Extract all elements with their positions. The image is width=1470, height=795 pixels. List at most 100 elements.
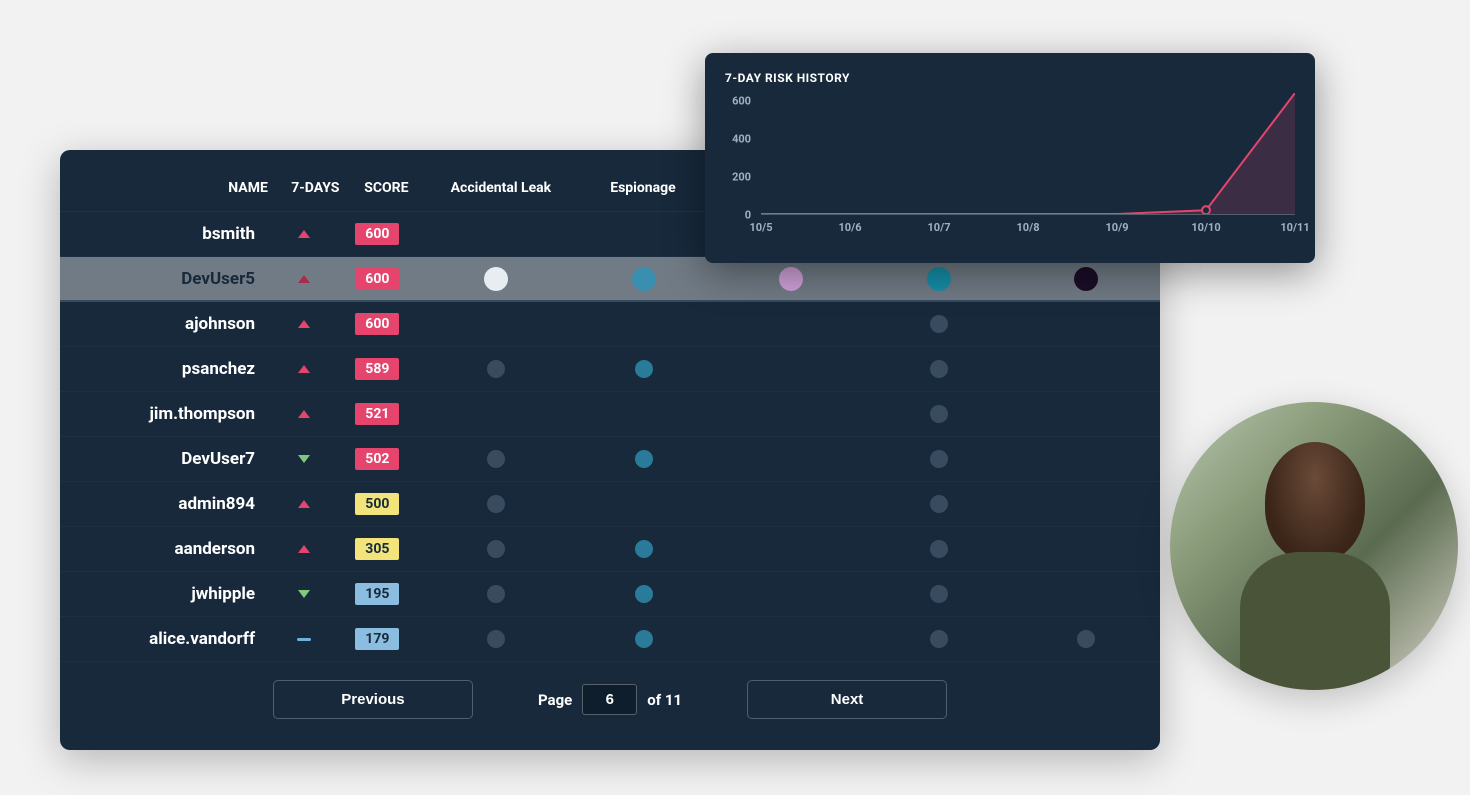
category-cell bbox=[423, 267, 570, 291]
table-row[interactable]: admin894 500 bbox=[60, 482, 1160, 527]
trend-indicator bbox=[275, 545, 332, 553]
category-dot-icon bbox=[487, 630, 505, 648]
trend-indicator bbox=[275, 590, 332, 598]
table-row[interactable]: alice.vandorff179 bbox=[60, 617, 1160, 662]
category-cell bbox=[865, 495, 1012, 513]
table-row[interactable]: aanderson 305 bbox=[60, 527, 1160, 572]
x-tick-label: 10/11 bbox=[1280, 221, 1309, 234]
category-cell bbox=[865, 360, 1012, 378]
risk-history-panel: 7-DAY RISK HISTORY 0200400600 10/510/610… bbox=[705, 53, 1315, 263]
category-dot-icon bbox=[635, 540, 653, 558]
score-cell: 600 bbox=[332, 313, 422, 335]
category-cell bbox=[570, 540, 717, 558]
score-cell: 305 bbox=[332, 538, 422, 560]
chart-area: 0200400600 10/510/610/710/810/910/1010/1… bbox=[725, 93, 1295, 233]
table-row[interactable]: DevUser5 600 bbox=[60, 257, 1160, 302]
score-badge: 521 bbox=[355, 403, 399, 425]
trend-indicator bbox=[275, 410, 332, 418]
category-dot-icon bbox=[632, 267, 656, 291]
trend-indicator bbox=[275, 365, 332, 373]
x-tick-label: 10/9 bbox=[1105, 221, 1128, 234]
pagination: Previous Page of 11 Next bbox=[60, 680, 1160, 719]
category-cell bbox=[1012, 267, 1159, 291]
user-name: jwhipple bbox=[60, 584, 275, 604]
category-cell bbox=[423, 360, 570, 378]
category-dot-icon bbox=[930, 360, 948, 378]
y-tick-label: 600 bbox=[732, 94, 751, 107]
category-cell bbox=[865, 267, 1012, 291]
score-badge: 600 bbox=[355, 223, 399, 245]
chevron-up-icon bbox=[298, 275, 310, 283]
category-cell bbox=[865, 585, 1012, 603]
avatar bbox=[1170, 402, 1458, 690]
user-name: DevUser5 bbox=[60, 269, 275, 289]
chevron-up-icon bbox=[298, 410, 310, 418]
category-dot-icon bbox=[484, 267, 508, 291]
category-dot-icon bbox=[635, 360, 653, 378]
category-dot-icon bbox=[930, 495, 948, 513]
category-dot-icon bbox=[635, 630, 653, 648]
category-dot-icon bbox=[487, 540, 505, 558]
category-cell bbox=[423, 630, 570, 648]
user-name: jim.thompson bbox=[60, 404, 275, 424]
x-tick-label: 10/6 bbox=[838, 221, 861, 234]
category-dot-icon bbox=[1077, 630, 1095, 648]
score-badge: 502 bbox=[355, 448, 399, 470]
table-row[interactable]: psanchez 589 bbox=[60, 347, 1160, 392]
page-label: Page bbox=[538, 691, 572, 709]
score-cell: 179 bbox=[332, 628, 422, 650]
category-dot-icon bbox=[1074, 267, 1098, 291]
score-badge: 600 bbox=[355, 268, 399, 290]
category-cell bbox=[865, 450, 1012, 468]
user-name: aanderson bbox=[60, 539, 275, 559]
y-tick-label: 400 bbox=[732, 132, 751, 145]
chart-y-axis: 0200400600 bbox=[725, 93, 755, 215]
header-accidental-leak: Accidental Leak bbox=[430, 180, 572, 196]
category-cell bbox=[570, 585, 717, 603]
chevron-down-icon bbox=[298, 590, 310, 598]
user-name: admin894 bbox=[60, 494, 275, 514]
previous-button[interactable]: Previous bbox=[273, 680, 473, 719]
trend-indicator bbox=[275, 638, 332, 641]
category-dot-icon bbox=[635, 585, 653, 603]
category-dot-icon bbox=[927, 267, 951, 291]
x-tick-label: 10/7 bbox=[927, 221, 950, 234]
y-tick-label: 0 bbox=[745, 209, 751, 222]
score-badge: 179 bbox=[355, 628, 399, 650]
trend-indicator bbox=[275, 500, 332, 508]
chevron-up-icon bbox=[298, 500, 310, 508]
user-name: bsmith bbox=[60, 224, 275, 244]
y-tick-label: 200 bbox=[732, 170, 751, 183]
chevron-up-icon bbox=[298, 230, 310, 238]
category-dot-icon bbox=[930, 315, 948, 333]
header-name: NAME bbox=[80, 180, 288, 196]
table-row[interactable]: DevUser7502 bbox=[60, 437, 1160, 482]
table-row[interactable]: ajohnson600 bbox=[60, 302, 1160, 347]
table-body: bsmith600DevUser5600ajohnson600psanchez5… bbox=[60, 212, 1160, 662]
score-cell: 500 bbox=[332, 493, 422, 515]
table-row[interactable]: jwhipple 195 bbox=[60, 572, 1160, 617]
category-dot-icon bbox=[487, 360, 505, 378]
chevron-up-icon bbox=[298, 545, 310, 553]
score-badge: 195 bbox=[355, 583, 399, 605]
category-cell bbox=[570, 450, 717, 468]
chart-plot bbox=[761, 93, 1295, 215]
trend-indicator bbox=[275, 275, 332, 283]
page-indicator: Page of 11 bbox=[538, 684, 682, 715]
score-cell: 589 bbox=[332, 358, 422, 380]
category-cell bbox=[423, 585, 570, 603]
table-row[interactable]: jim.thompson 521 bbox=[60, 392, 1160, 437]
next-button[interactable]: Next bbox=[747, 680, 947, 719]
category-cell bbox=[423, 540, 570, 558]
trend-indicator bbox=[275, 455, 332, 463]
page-input[interactable] bbox=[582, 684, 637, 715]
category-cell bbox=[865, 405, 1012, 423]
category-cell bbox=[570, 360, 717, 378]
trend-indicator bbox=[275, 230, 332, 238]
x-tick-label: 10/10 bbox=[1191, 221, 1220, 234]
header-espionage: Espionage bbox=[572, 180, 714, 196]
user-name: psanchez bbox=[60, 359, 275, 379]
category-dot-icon bbox=[930, 405, 948, 423]
dash-icon bbox=[297, 638, 311, 641]
score-badge: 600 bbox=[355, 313, 399, 335]
